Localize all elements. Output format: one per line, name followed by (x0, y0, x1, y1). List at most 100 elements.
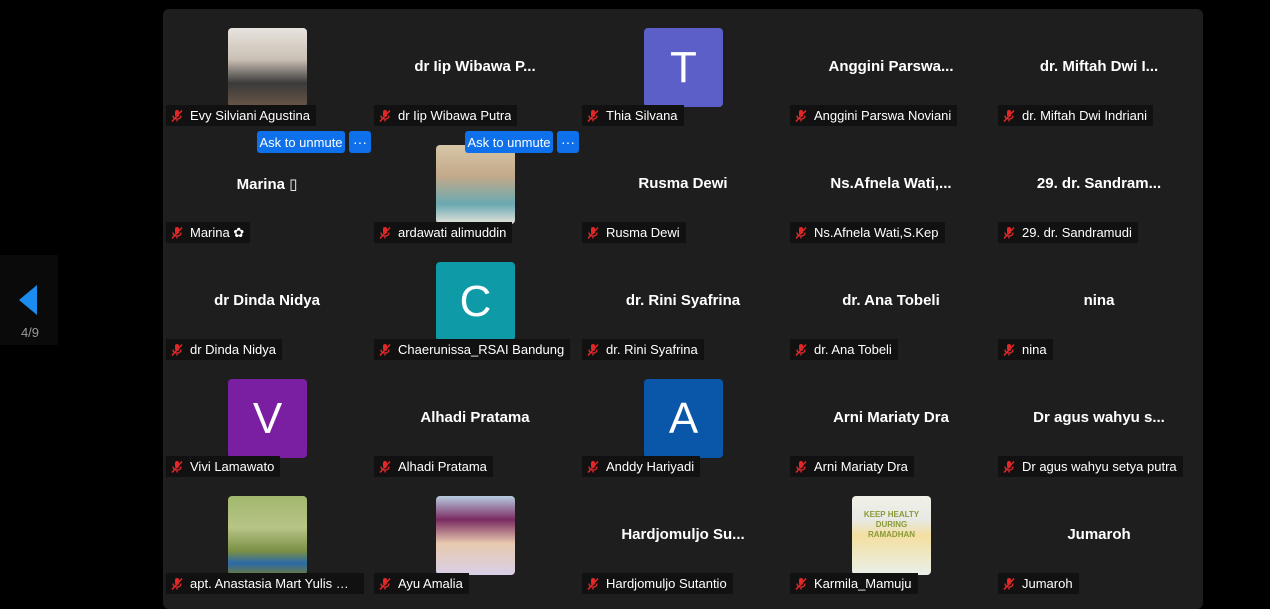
participant-tile[interactable]: dr Iip Wibawa P... dr Iip Wibawa Putra (371, 9, 579, 126)
participant-name: Alhadi Pratama (398, 459, 487, 474)
participant-photo-avatar (436, 145, 515, 224)
muted-mic-icon (379, 109, 391, 122)
participant-display-name: Arni Mariaty Dra (833, 409, 949, 426)
muted-mic-icon (171, 460, 183, 473)
muted-mic-icon (587, 460, 599, 473)
participant-photo-avatar (436, 496, 515, 575)
participant-name: nina (1022, 342, 1047, 357)
muted-mic-icon (587, 577, 599, 590)
ask-to-unmute-button[interactable]: Ask to unmute (257, 131, 345, 153)
participant-display-name: Dr agus wahyu s... (1033, 409, 1165, 426)
participant-tile[interactable]: V Vivi Lamawato (163, 360, 371, 477)
participant-name: ardawati alimuddin (398, 225, 507, 240)
participant-nameplate: Ns.Afnela Wati,S.Kep (790, 222, 945, 243)
participant-name: Rusma Dewi (606, 225, 680, 240)
participant-nameplate: Anddy Hariyadi (582, 456, 701, 477)
muted-mic-icon (171, 577, 183, 590)
participant-initial-avatar: T (644, 28, 723, 107)
participant-name: Marina ✿ (190, 224, 245, 240)
muted-mic-icon (1003, 577, 1015, 590)
muted-mic-icon (795, 109, 807, 122)
participant-display-name: dr. Ana Tobeli (842, 292, 940, 309)
participant-name: Vivi Lamawato (190, 459, 275, 474)
participant-tile[interactable]: Dr agus wahyu s... Dr agus wahyu setya pu… (995, 360, 1203, 477)
participant-name: Arni Mariaty Dra (814, 459, 908, 474)
participant-nameplate: Jumaroh (998, 573, 1079, 594)
participant-display-name: dr Iip Wibawa P... (414, 58, 536, 75)
participant-display-name: dr Dinda Nidya (214, 292, 320, 309)
muted-mic-icon (795, 460, 807, 473)
participant-name: Anggini Parswa Noviani (814, 108, 952, 123)
participant-tile[interactable]: dr Dinda Nidya dr Dinda Nidya (163, 243, 371, 360)
participant-nameplate: Marina ✿ (166, 222, 251, 243)
participant-nameplate: Rusma Dewi (582, 222, 686, 243)
participant-tile[interactable]: Evy Silviani Agustina (163, 9, 371, 126)
participant-display-name: dr. Rini Syafrina (625, 292, 741, 309)
ask-to-unmute-button[interactable]: Ask to unmute (465, 131, 553, 153)
participant-tile[interactable]: dr. Rini Syafrina dr. Rini Syafrina (579, 243, 787, 360)
participant-tile[interactable]: dr. Miftah Dwi I... dr. Miftah Dwi Indria… (995, 9, 1203, 126)
participant-tile[interactable]: Arni Mariaty Dra Arni Mariaty Dra (787, 360, 995, 477)
participant-nameplate: Vivi Lamawato (166, 456, 281, 477)
participant-initial-avatar: V (228, 379, 307, 458)
muted-mic-icon (1003, 109, 1015, 122)
poster-text: KEEP HEALTY DURING RAMADHAN (863, 510, 920, 539)
participant-tile[interactable]: T Thia Silvana (579, 9, 787, 126)
participant-photo-avatar: KEEP HEALTY DURING RAMADHAN (852, 496, 931, 575)
participant-display-name: 29. dr. Sandram... (1036, 175, 1162, 192)
participant-nameplate: Evy Silviani Agustina (166, 105, 316, 126)
participant-photo-avatar (228, 496, 307, 575)
participant-nameplate: apt. Anastasia Mart Yulis Her... (166, 573, 364, 594)
participant-nameplate: dr. Rini Syafrina (582, 339, 704, 360)
participant-tile[interactable]: C Chaerunissa_RSAI Bandung (371, 243, 579, 360)
participant-tile[interactable]: Ns.Afnela Wati,... Ns.Afnela Wati,S.Kep (787, 126, 995, 243)
participant-tile[interactable]: dr. Ana Tobeli dr. Ana Tobeli (787, 243, 995, 360)
participant-nameplate: Dr agus wahyu setya putra (998, 456, 1183, 477)
participant-nameplate: dr. Ana Tobeli (790, 339, 898, 360)
participant-tile[interactable]: Rusma Dewi Rusma Dewi (579, 126, 787, 243)
participant-display-name: nina (1083, 292, 1115, 309)
participant-tile[interactable]: Jumaroh Jumaroh (995, 477, 1203, 594)
participant-display-name: dr. Miftah Dwi I... (1039, 58, 1159, 75)
muted-mic-icon (587, 343, 599, 356)
participant-tile[interactable]: KEEP HEALTY DURING RAMADHAN Karmila_Mamuj… (787, 477, 995, 594)
muted-mic-icon (171, 343, 183, 356)
muted-mic-icon (171, 226, 183, 239)
participant-display-name: Jumaroh (1067, 526, 1131, 543)
participant-display-name: Rusma Dewi (638, 175, 728, 192)
participant-tile[interactable]: Ayu Amalia (371, 477, 579, 594)
muted-mic-icon (379, 577, 391, 590)
participant-tile[interactable]: Alhadi Pratama Alhadi Pratama (371, 360, 579, 477)
participant-name: Thia Silvana (606, 108, 678, 123)
participant-tile[interactable]: A Anddy Hariyadi (579, 360, 787, 477)
more-options-button[interactable]: ··· (349, 131, 371, 153)
participant-nameplate: ardawati alimuddin (374, 222, 513, 243)
participant-name: Ns.Afnela Wati,S.Kep (814, 225, 939, 240)
participant-tile[interactable]: Anggini Parswa... Anggini Parswa Noviani (787, 9, 995, 126)
participant-nameplate: Anggini Parswa Noviani (790, 105, 958, 126)
participant-display-name: Marina ▯ (236, 176, 298, 193)
participant-name: Chaerunissa_RSAI Bandung (398, 342, 565, 357)
participant-name: dr. Miftah Dwi Indriani (1022, 108, 1147, 123)
participant-display-name: Anggini Parswa... (828, 58, 954, 75)
participant-display-name: Alhadi Pratama (420, 409, 530, 426)
participant-tile[interactable]: 29. dr. Sandram... 29. dr. Sandramudi (995, 126, 1203, 243)
participant-name: Anddy Hariyadi (606, 459, 695, 474)
muted-mic-icon (1003, 343, 1015, 356)
participant-nameplate: Hardjomuljo Sutantio (582, 573, 733, 594)
participant-name: Dr agus wahyu setya putra (1022, 459, 1177, 474)
previous-page-arrow-icon[interactable] (19, 285, 37, 315)
page-nav: 4/9 (0, 255, 58, 345)
participant-photo-avatar (228, 28, 307, 107)
page-indicator: 4/9 (20, 325, 40, 340)
more-options-button[interactable]: ··· (557, 131, 579, 153)
participant-nameplate: Ayu Amalia (374, 573, 469, 594)
participant-name: dr Dinda Nidya (190, 342, 276, 357)
participant-name: dr. Rini Syafrina (606, 342, 698, 357)
participant-nameplate: 29. dr. Sandramudi (998, 222, 1138, 243)
participant-tile[interactable]: Hardjomuljo Su... Hardjomuljo Sutantio (579, 477, 787, 594)
participant-tile[interactable]: nina nina (995, 243, 1203, 360)
participant-nameplate: nina (998, 339, 1053, 360)
participant-tile[interactable]: apt. Anastasia Mart Yulis Her... (163, 477, 371, 594)
participant-nameplate: dr Iip Wibawa Putra (374, 105, 518, 126)
